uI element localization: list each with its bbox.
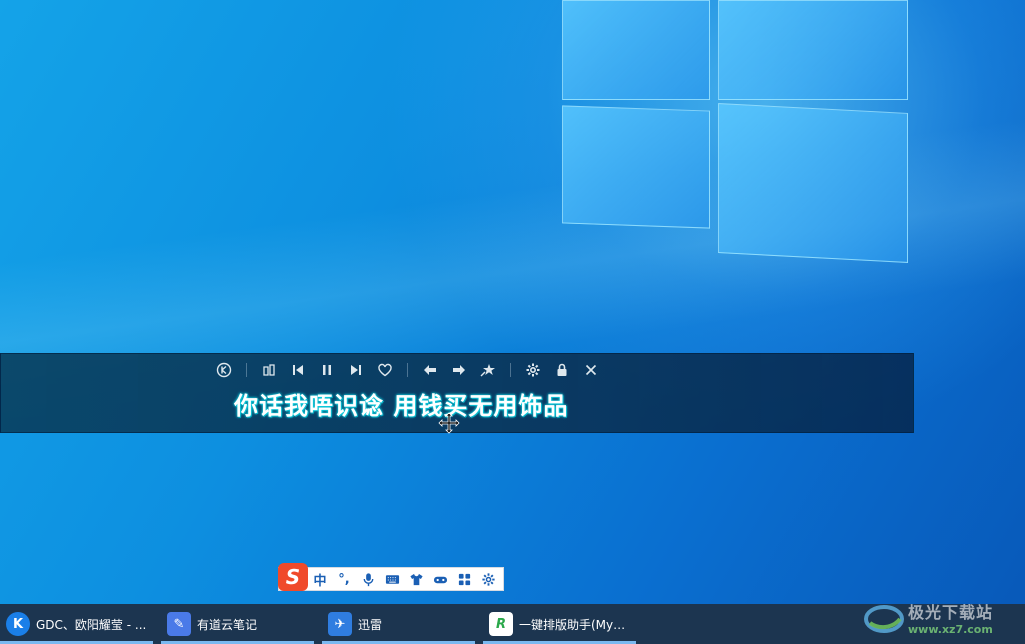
watermark-text: 极光下载站 www.xz7.com xyxy=(908,599,993,636)
lyrics-back-icon[interactable] xyxy=(258,360,280,380)
youdao-note-icon: ✎ xyxy=(167,612,191,636)
punctuation-button[interactable]: °, xyxy=(332,568,356,590)
myeditor-icon: R xyxy=(489,612,513,636)
taskbar-item-label: 一键排版助手(MyE... xyxy=(519,617,631,632)
lock-icon[interactable] xyxy=(551,360,573,380)
close-icon[interactable] xyxy=(580,360,602,380)
keyboard-icon[interactable] xyxy=(380,568,404,590)
lyrics-effect-icon[interactable] xyxy=(477,360,499,380)
ime-settings-icon[interactable] xyxy=(476,568,500,590)
watermark-logo-icon xyxy=(864,605,904,633)
gamepad-icon[interactable] xyxy=(428,568,452,590)
lyrics-forward-icon[interactable] xyxy=(448,360,470,380)
kugou-logo-icon[interactable] xyxy=(213,360,235,380)
lyrics-controls xyxy=(213,360,609,380)
taskbar-item-kugou[interactable]: K GDC、欧阳耀莹 - ... xyxy=(0,604,153,644)
skin-shirt-icon[interactable] xyxy=(404,568,428,590)
watermark-title: 极光下载站 xyxy=(908,602,994,622)
sogou-logo-icon[interactable]: S xyxy=(278,563,308,591)
favorite-heart-icon[interactable] xyxy=(374,360,396,380)
windows-logo-pane xyxy=(562,105,710,229)
separator xyxy=(246,363,247,377)
taskbar-item-label: GDC、欧阳耀莹 - ... xyxy=(36,617,147,632)
separator xyxy=(407,363,408,377)
taskbar-item-label: 迅雷 xyxy=(358,617,383,632)
watermark-url: www.xz7.com xyxy=(908,622,993,636)
desktop-wallpaper xyxy=(0,0,1025,604)
taskbar-item-label: 有道云笔记 xyxy=(197,617,258,632)
microphone-icon[interactable] xyxy=(356,568,380,590)
windows-logo-pane xyxy=(718,0,908,100)
pause-icon[interactable] xyxy=(316,360,338,380)
separator xyxy=(510,363,511,377)
windows-logo-pane xyxy=(718,103,908,263)
previous-icon[interactable] xyxy=(287,360,309,380)
xunlei-icon: ✈ xyxy=(328,612,352,636)
toolbox-grid-icon[interactable] xyxy=(452,568,476,590)
settings-gear-icon[interactable] xyxy=(522,360,544,380)
move-cursor-icon xyxy=(438,412,460,434)
taskbar-item-myeditor[interactable]: R 一键排版助手(MyE... xyxy=(483,604,636,644)
next-icon[interactable] xyxy=(345,360,367,380)
site-watermark: 极光下载站 www.xz7.com xyxy=(862,592,1024,642)
current-lyric-line: 你话我唔识谂 用钱买无用饰品 xyxy=(234,392,569,420)
windows-logo-pane xyxy=(562,0,710,100)
taskbar-item-xunlei[interactable]: ✈ 迅雷 xyxy=(322,604,475,644)
taskbar-item-youdao-note[interactable]: ✎ 有道云笔记 xyxy=(161,604,314,644)
chinese-mode-button[interactable]: 中 xyxy=(308,568,332,590)
kugou-icon: K xyxy=(6,612,30,636)
lyrics-rewind-icon[interactable] xyxy=(419,360,441,380)
sogou-ime-toolbar[interactable]: S 中 °, xyxy=(278,563,504,591)
